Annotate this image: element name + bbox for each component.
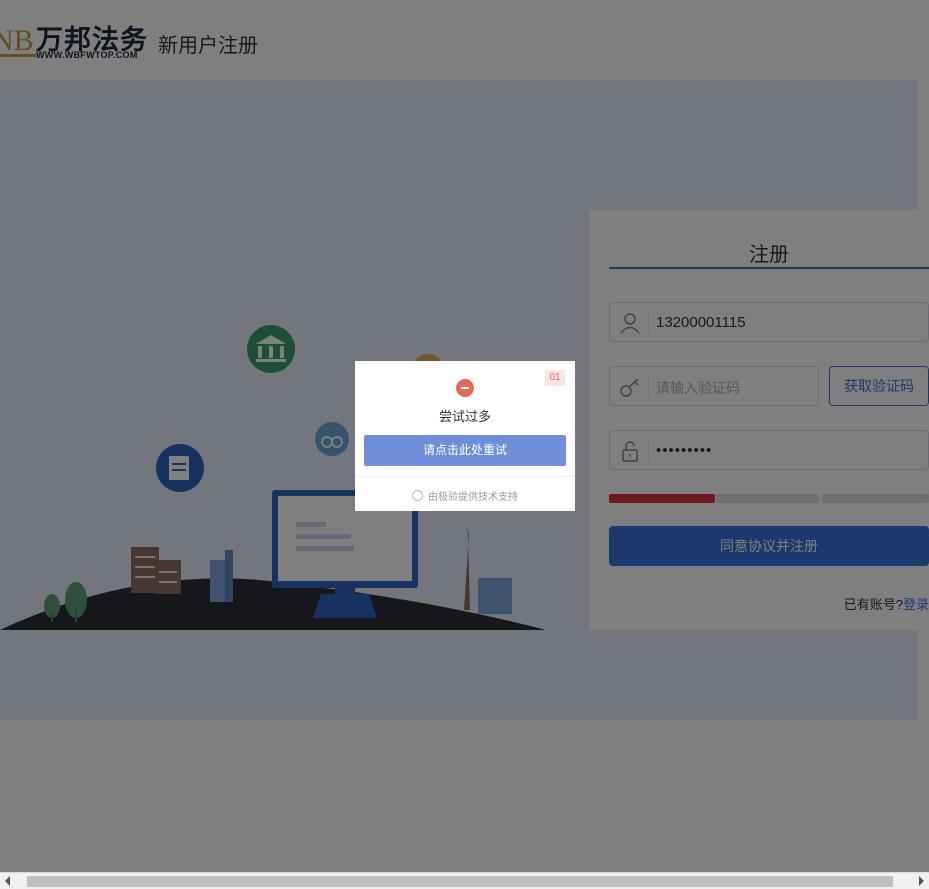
attempt-badge: 01 [545, 370, 565, 386]
captcha-message: 尝试过多 [438, 409, 491, 424]
dialog-divider [355, 476, 575, 477]
captcha-dialog: 01 尝试过多 请点击此处重试 由极验提供技术支持 [355, 361, 575, 511]
error-icon [456, 379, 474, 397]
captcha-provider: 由极验提供技术支持 [355, 488, 575, 503]
scrollbar-thumb[interactable] [27, 876, 893, 887]
retry-button[interactable]: 请点击此处重试 [364, 435, 566, 466]
provider-text: 由极验提供技术支持 [428, 492, 518, 503]
horizontal-scrollbar[interactable] [0, 872, 929, 889]
scroll-right-icon[interactable] [919, 876, 924, 886]
scroll-left-icon[interactable] [5, 876, 10, 886]
geetest-icon [412, 490, 423, 501]
